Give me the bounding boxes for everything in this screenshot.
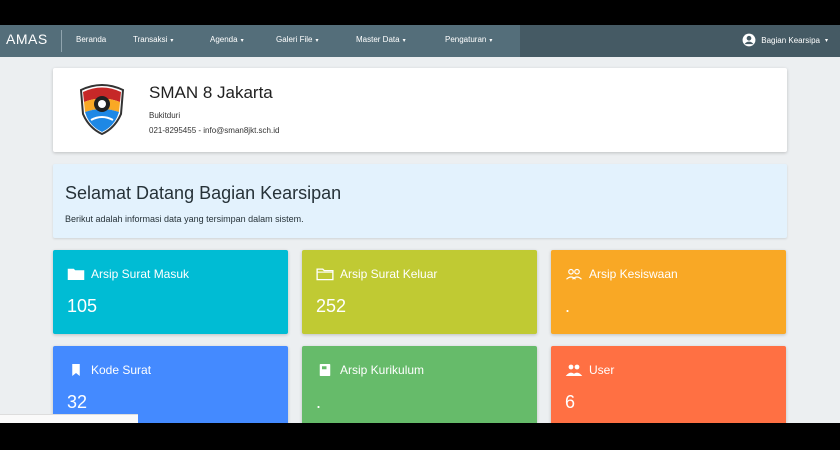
screen-bottom-border (0, 423, 840, 450)
stat-card-arsip-kesiswaan[interactable]: Arsip Kesiswaan . (551, 250, 786, 334)
stat-value: . (316, 392, 322, 412)
chevron-down-icon: ▾ (240, 38, 244, 44)
bookmark-icon (72, 364, 80, 376)
nav-pengaturan[interactable]: Pengaturan ▾ (445, 35, 492, 44)
nav-agenda[interactable]: Agenda ▾ (210, 35, 244, 44)
nav-beranda[interactable]: Beranda (76, 35, 106, 44)
people-icon (565, 364, 583, 376)
chevron-down-icon: ▾ (170, 38, 174, 44)
folder-open-icon (316, 268, 334, 281)
stat-card-kode-surat[interactable]: Kode Surat 32 (53, 346, 288, 423)
stat-value: 32 (67, 392, 88, 412)
welcome-card: Selamat Datang Bagian Kearsipan Berikut … (53, 164, 787, 238)
welcome-subtitle: Berikut adalah informasi data yang tersi… (65, 214, 304, 224)
chevron-down-icon: ▾ (824, 37, 828, 44)
nav-galeri-file[interactable]: Galeri File ▾ (276, 35, 318, 44)
chevron-down-icon: ▾ (315, 38, 319, 44)
stat-label: Arsip Kurikulum (340, 363, 425, 377)
school-contact: 021-8295455 - info@sman8jkt.sch.id (149, 126, 280, 135)
book-icon (319, 364, 331, 376)
user-menu[interactable]: Bagian Kearsipa ▾ (742, 33, 828, 47)
stat-card-arsip-surat-masuk[interactable]: Arsip Surat Masuk 105 (53, 250, 288, 334)
user-menu-label: Bagian Kearsipa (761, 35, 820, 45)
chevron-down-icon: ▾ (402, 38, 406, 44)
stat-card-user[interactable]: User 6 (551, 346, 786, 423)
nav-transaksi-label: Transaksi (133, 35, 168, 44)
nav-agenda-label: Agenda (210, 35, 238, 44)
stat-label: Arsip Surat Keluar (340, 267, 438, 281)
school-address: Bukitduri (149, 111, 181, 120)
nav-transaksi[interactable]: Transaksi ▾ (133, 35, 173, 44)
stat-value: 105 (67, 296, 98, 316)
top-navbar: AMAS Beranda Transaksi ▾ Agenda ▾ Galeri F… (0, 25, 840, 57)
nav-pengaturan-label: Pengaturan (445, 35, 487, 44)
stat-label: Kode Surat (91, 363, 152, 377)
stat-label: User (589, 363, 615, 377)
stat-card-arsip-surat-keluar[interactable]: Arsip Surat Keluar 252 (302, 250, 537, 334)
stat-label: Arsip Surat Masuk (91, 267, 190, 281)
nav-beranda-label: Beranda (76, 35, 107, 44)
group-icon (566, 268, 582, 280)
school-name: SMAN 8 Jakarta (149, 83, 273, 102)
brand-divider (61, 30, 62, 52)
stat-value: . (565, 296, 571, 316)
app-brand[interactable]: AMAS (6, 31, 48, 47)
nav-master-data-label: Master Data (356, 35, 400, 44)
folder-icon (67, 268, 85, 280)
nav-master-data[interactable]: Master Data ▾ (356, 35, 406, 44)
school-logo-icon (79, 84, 125, 136)
screen-top-border (0, 0, 840, 25)
stat-value: 6 (565, 392, 576, 412)
browser-viewport: AMAS Beranda Transaksi ▾ Agenda ▾ Galeri F… (0, 25, 840, 423)
stat-value: 252 (316, 296, 347, 316)
school-info-card: SMAN 8 Jakarta Bukitduri 021-8295455 - i… (53, 68, 787, 152)
account-circle-icon (742, 33, 756, 47)
status-bar (0, 414, 138, 423)
nav-galeri-file-label: Galeri File (276, 35, 313, 44)
chevron-down-icon: ▾ (489, 38, 493, 44)
welcome-title: Selamat Datang Bagian Kearsipan (65, 183, 342, 203)
stat-card-arsip-kurikulum[interactable]: Arsip Kurikulum . (302, 346, 537, 423)
stat-label: Arsip Kesiswaan (589, 267, 678, 281)
